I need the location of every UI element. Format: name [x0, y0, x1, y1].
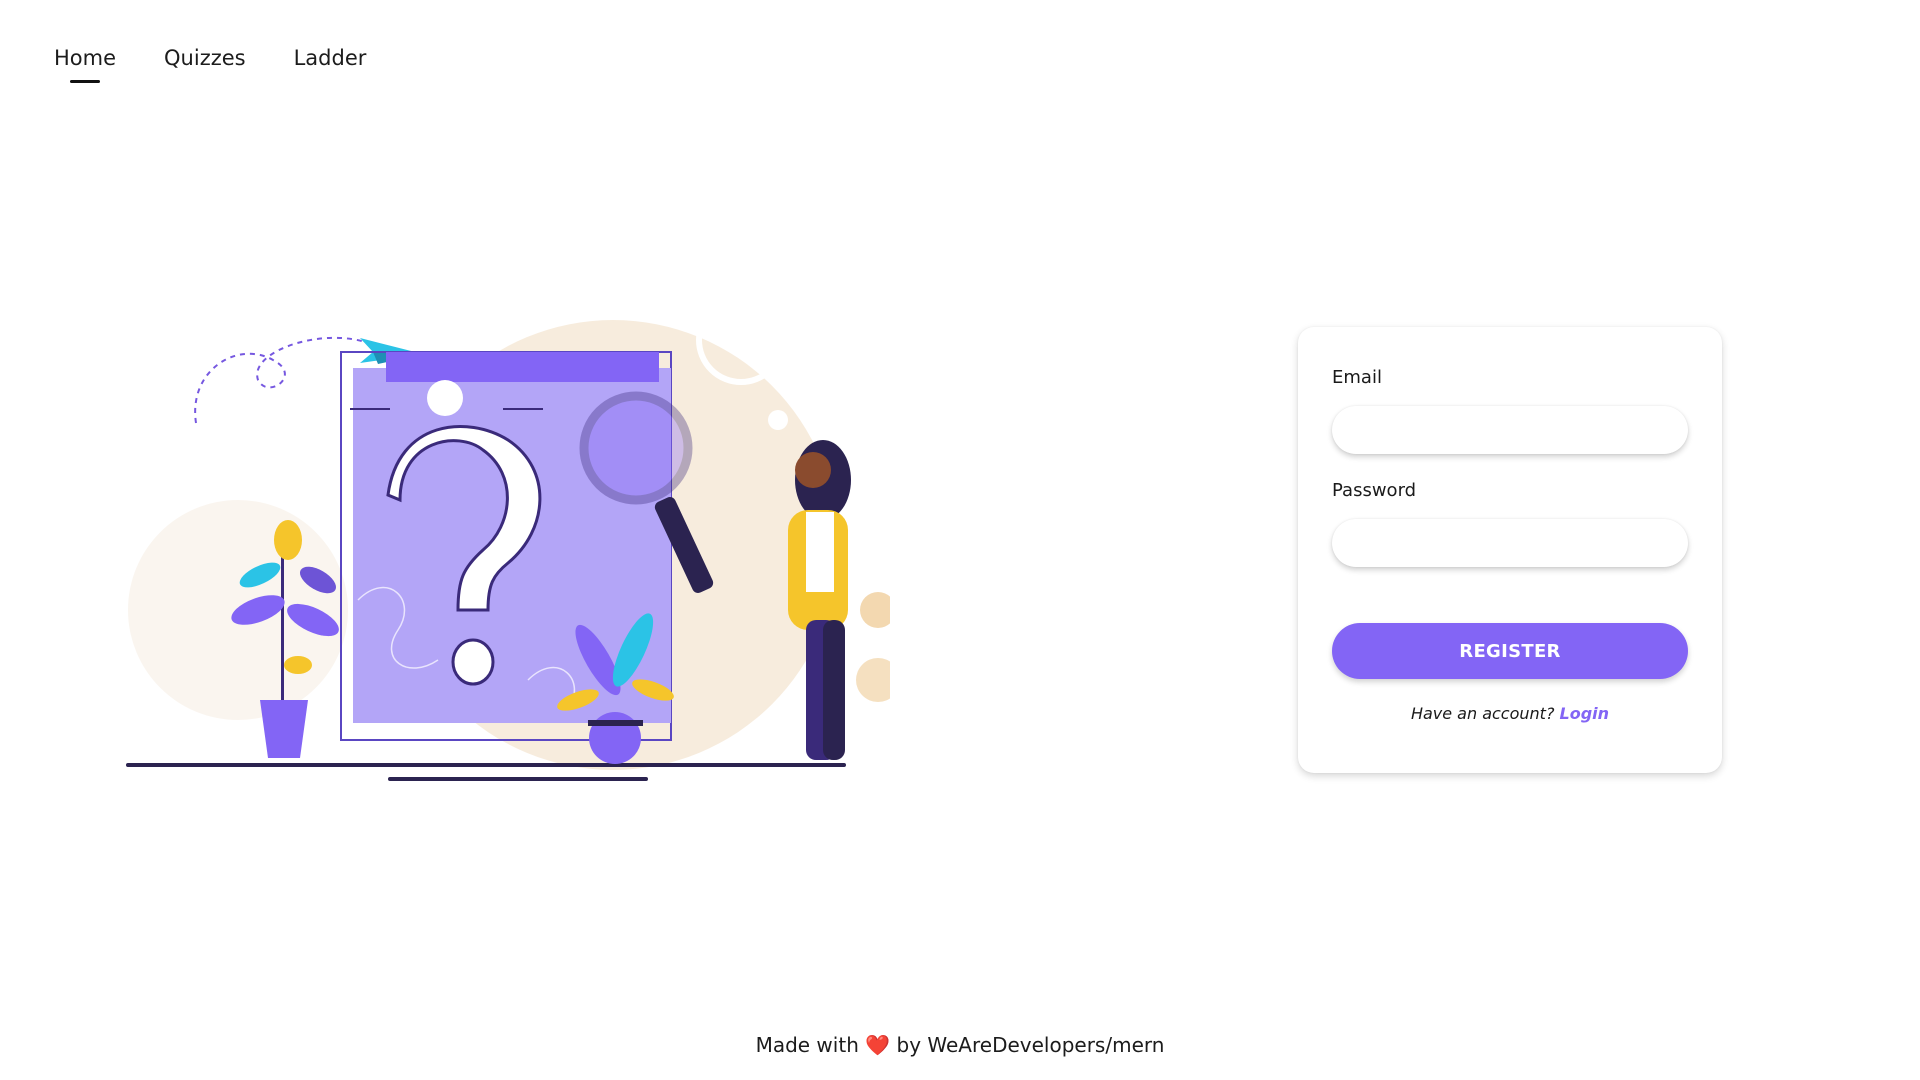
heart-icon: ❤️	[865, 1033, 891, 1057]
footer-made-with: Made with	[755, 1033, 859, 1057]
email-field[interactable]	[1332, 406, 1688, 454]
password-label: Password	[1332, 480, 1417, 501]
login-link[interactable]: Login	[1560, 704, 1610, 723]
footer: Made with ❤️ by WeAreDevelopers/mern	[0, 1033, 1920, 1057]
footer-credit: by WeAreDevelopers/mern	[896, 1033, 1165, 1057]
password-field[interactable]	[1332, 519, 1688, 567]
nav-item-ladder[interactable]: Ladder	[294, 46, 367, 70]
email-label: Email	[1332, 367, 1382, 388]
register-form-card: Email Password REGISTER Have an account?…	[1298, 327, 1722, 773]
register-button[interactable]: REGISTER	[1332, 623, 1688, 679]
have-account-line: Have an account? Login	[1332, 704, 1688, 723]
top-nav: Home Quizzes Ladder	[54, 46, 367, 83]
have-account-text: Have an account?	[1410, 704, 1555, 723]
nav-item-home[interactable]: Home	[54, 46, 116, 83]
nav-item-quizzes[interactable]: Quizzes	[164, 46, 246, 70]
question-search-illustration	[88, 280, 890, 810]
